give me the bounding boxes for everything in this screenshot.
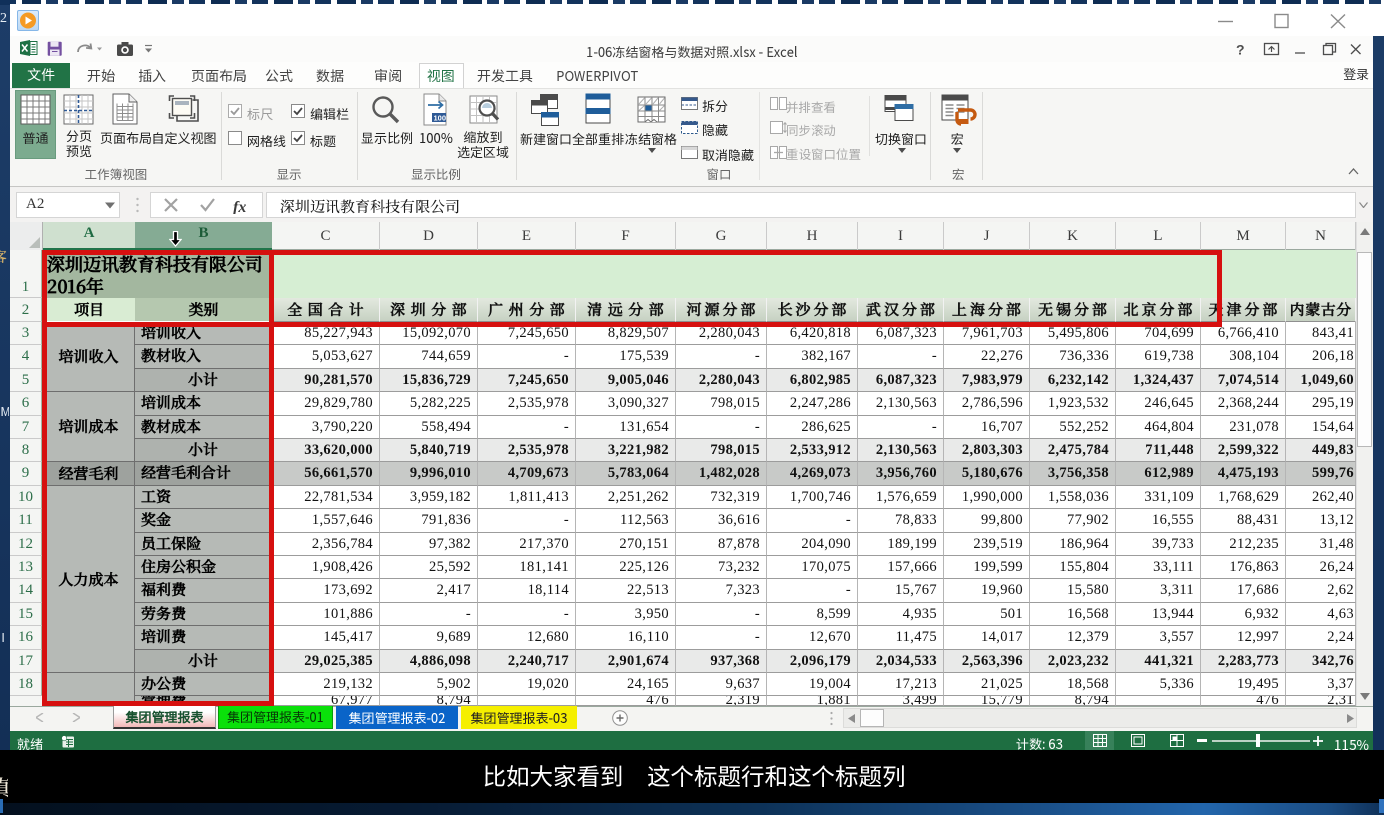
svg-text:?: ? xyxy=(1236,42,1245,57)
svg-text:fx: fx xyxy=(233,199,246,214)
svg-text:100: 100 xyxy=(434,114,447,123)
